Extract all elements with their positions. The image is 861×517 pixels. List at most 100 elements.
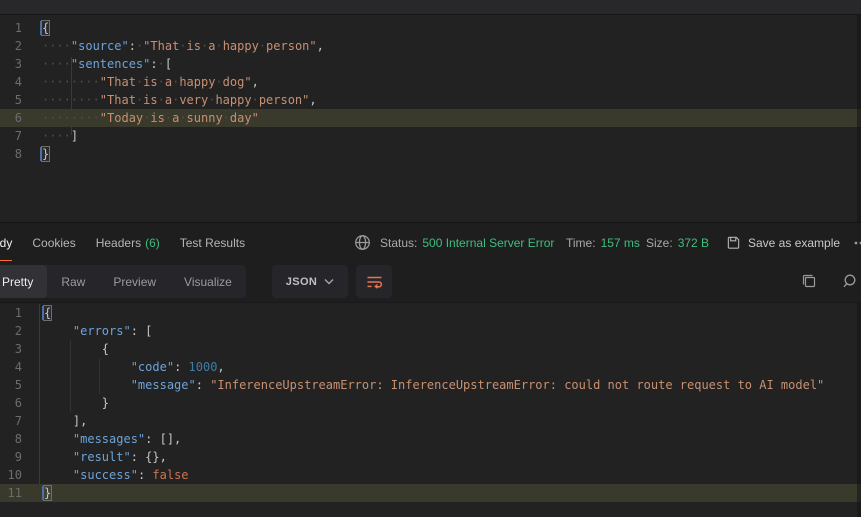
line-number: 7 [14, 129, 22, 143]
line-number: 4 [14, 360, 22, 374]
size-value: 372 B [677, 235, 710, 250]
response-meta-bar: Body Cookies Headers(6) Test Results Status… [0, 222, 861, 263]
search-icon [843, 273, 859, 289]
view-mode-visualize[interactable]: Visualize [170, 265, 246, 298]
code-content: { [42, 305, 53, 321]
tab-headers[interactable]: Headers (6) [96, 223, 160, 262]
code-content: { [40, 20, 51, 36]
editor-scrollbar-track[interactable] [857, 15, 861, 222]
status-indicator: Status: 500 Internal Server Error [380, 223, 554, 262]
status-value: 500 Internal Server Error [422, 235, 555, 250]
globe-icon [354, 234, 371, 251]
code-content: "message": "InferenceUpstreamError: Infe… [130, 378, 825, 392]
code-line[interactable]: 4 "code": 1000, [0, 358, 861, 376]
line-number: 3 [14, 57, 22, 71]
request-body-editor[interactable]: 1{2 ····"source":·"That·is·a·happy·person… [0, 15, 861, 222]
time-indicator: Time: 157 ms [566, 223, 640, 262]
line-number: 11 [7, 486, 22, 500]
line-number: 8 [14, 432, 22, 446]
code-line[interactable]: 11} [0, 484, 861, 502]
code-content: } [40, 146, 51, 162]
time-value: 157 ms [600, 235, 640, 250]
line-number: 6 [14, 396, 22, 410]
time-label: Time: [566, 235, 596, 250]
code-line[interactable]: 2 "errors": [ [0, 322, 861, 340]
line-number: 1 [14, 21, 22, 35]
line-number: 8 [14, 147, 22, 161]
view-mode-pretty[interactable]: Pretty [0, 265, 48, 298]
view-mode-raw[interactable]: Raw [47, 265, 99, 298]
view-mode-preview[interactable]: Preview [99, 265, 170, 298]
code-content: } [42, 485, 53, 501]
code-content: ········"That·is·a·very·happy·person", [42, 93, 317, 107]
tab-test-results[interactable]: Test Results [180, 223, 245, 262]
code-content: ····"source":·"That·is·a·happy·person", [42, 39, 324, 53]
globe-indicator[interactable] [354, 223, 371, 262]
code-content: ········"That·is·a·happy·dog", [42, 75, 259, 89]
line-number: 6 [14, 111, 22, 125]
line-number: 9 [14, 450, 22, 464]
code-line[interactable]: 3 ····"sentences":·[ [0, 55, 861, 73]
line-number: 5 [14, 93, 22, 107]
more-options-button[interactable] [853, 223, 861, 262]
code-content: ], [72, 414, 88, 428]
tab-label: Headers [95, 235, 142, 250]
code-line[interactable]: 3 { [0, 340, 861, 358]
code-line[interactable]: 6 } [0, 394, 861, 412]
more-icon [853, 235, 861, 251]
size-label: Size: [646, 235, 673, 250]
code-content: ········"Today·is·a·sunny·day" [42, 111, 259, 125]
code-line[interactable]: 7 ····] [0, 127, 861, 145]
word-wrap-button[interactable] [356, 265, 392, 298]
line-number: 7 [14, 414, 22, 428]
response-view-toolbar: Pretty Raw Preview Visualize JSON [0, 261, 861, 302]
save-as-example-button[interactable]: Save as example [726, 223, 840, 262]
tab-body[interactable]: Body [0, 223, 13, 262]
save-as-example-label: Save as example [748, 235, 841, 250]
code-content: ····"sentences":·[ [42, 57, 173, 71]
code-line[interactable]: 7 ], [0, 412, 861, 430]
code-line[interactable]: 8} [0, 145, 861, 163]
code-content: "code": 1000, [130, 360, 225, 374]
code-line[interactable]: 2 ····"source":·"That·is·a·happy·person", [0, 37, 861, 55]
code-line[interactable]: 8 "messages": [], [0, 430, 861, 448]
request-body-header-strip [0, 0, 861, 15]
code-content: } [101, 396, 110, 410]
code-line[interactable]: 10 "success": false [0, 466, 861, 484]
chevron-down-icon [324, 278, 334, 285]
tab-cookies[interactable]: Cookies [32, 223, 75, 262]
code-content: ····] [42, 129, 79, 143]
code-line[interactable]: 5 "message": "InferenceUpstreamError: In… [0, 376, 861, 394]
code-content: "result": {}, [72, 450, 167, 464]
search-response-button[interactable] [843, 273, 859, 292]
code-line[interactable]: 1{ [0, 19, 861, 37]
code-line[interactable]: 6 ········"Today·is·a·sunny·day" [0, 109, 861, 127]
line-number: 2 [14, 39, 22, 53]
copy-icon [801, 273, 817, 289]
status-label: Status: [380, 235, 418, 250]
request-code-lines: 1{2 ····"source":·"That·is·a·happy·person… [0, 19, 861, 163]
tab-count-badge: (6) [145, 235, 160, 250]
line-number: 4 [14, 75, 22, 89]
response-body-viewer[interactable]: 1{2 "errors": [3 {4 "code": 1000, 5 "mess… [0, 302, 861, 517]
code-content: "success": false [72, 468, 189, 482]
api-client-window: 1{2 ····"source":·"That·is·a·happy·person… [0, 0, 861, 517]
code-content: "messages": [], [72, 432, 182, 446]
code-content: "errors": [ [72, 324, 153, 338]
copy-response-button[interactable] [801, 273, 817, 292]
editor-scrollbar-track[interactable] [857, 303, 861, 517]
size-indicator: Size: 372 B [646, 223, 709, 262]
language-select-value: JSON [285, 275, 318, 288]
tab-label: Cookies [32, 235, 76, 250]
language-select[interactable]: JSON [272, 265, 348, 298]
tab-label: Test Results [179, 235, 246, 250]
code-line[interactable]: 4 ········"That·is·a·happy·dog", [0, 73, 861, 91]
code-line[interactable]: 1{ [0, 304, 861, 322]
code-line[interactable]: 9 "result": {}, [0, 448, 861, 466]
line-number: 1 [14, 306, 22, 320]
code-content: { [101, 342, 110, 356]
view-mode-switcher: Pretty Raw Preview Visualize [0, 265, 246, 298]
save-icon [726, 235, 741, 250]
code-line[interactable]: 5 ········"That·is·a·very·happy·person", [0, 91, 861, 109]
line-number: 2 [14, 324, 22, 338]
